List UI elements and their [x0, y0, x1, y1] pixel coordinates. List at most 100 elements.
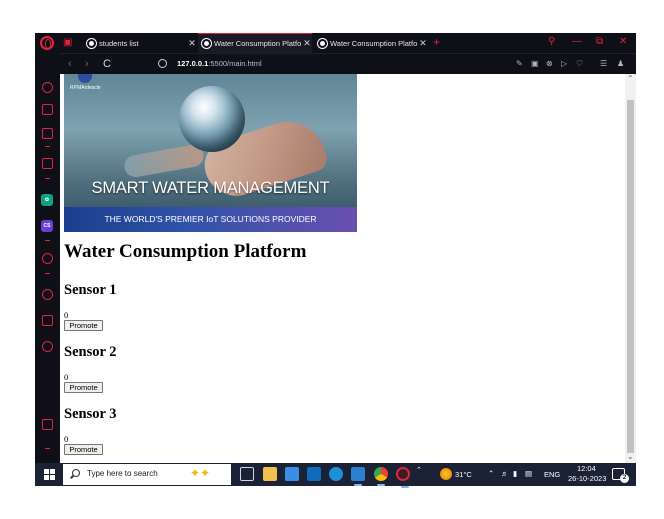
volume-icon[interactable]: ♬ — [501, 469, 509, 478]
vscode-icon[interactable] — [351, 467, 365, 486]
banner-subtitle: THE WORLD'S PREMIER IoT SOLUTIONS PROVID… — [104, 214, 317, 224]
vertical-scrollbar[interactable]: ⌃ ⌄ — [625, 74, 636, 463]
clock-date[interactable]: 26-10-2023 — [568, 474, 606, 483]
close-window-icon[interactable]: ✕ — [619, 36, 627, 48]
scroll-down-arrow-icon[interactable]: ⌄ — [627, 452, 634, 462]
page-content: RPMArdescte SMART WATER MANAGEMENT THE W… — [60, 74, 625, 463]
tab-students-list[interactable]: students list ✕ — [83, 33, 197, 53]
opera-sidebar: ✿ CS — [35, 53, 60, 463]
page-title: Water Consumption Platform — [64, 241, 307, 262]
extensions-cube-icon[interactable] — [42, 315, 53, 326]
send-icon[interactable]: ▷ — [561, 58, 567, 70]
smart-water-banner-image: RPMArdescte SMART WATER MANAGEMENT THE W… — [64, 74, 357, 232]
mail-icon[interactable] — [307, 467, 321, 481]
more-dots-icon[interactable] — [45, 448, 50, 449]
instagram-icon[interactable] — [42, 158, 53, 169]
sensor-2-value: 0 — [64, 372, 69, 382]
task-view-icon[interactable] — [240, 467, 254, 481]
edit-icon[interactable]: ✎ — [516, 58, 523, 70]
chatsonic-icon[interactable]: CS — [41, 220, 53, 232]
restore-icon[interactable]: ⧉ — [596, 36, 603, 48]
sidebar-divider — [45, 146, 50, 147]
taskbar-search-box[interactable]: Type here to search ✦✦ — [63, 464, 231, 485]
close-icon[interactable]: ✕ — [187, 38, 197, 49]
sensor-3-promote-button[interactable]: Promote — [64, 444, 103, 455]
sidebar-divider — [45, 240, 50, 241]
address-bar: ‹ › C 127.0.0.1:5500/main.html ✎ ▣ ⊗ ▷ ♡… — [60, 53, 636, 74]
sensor-1-value: 0 — [64, 310, 69, 320]
sensor-3-value: 0 — [64, 434, 69, 444]
network-icon[interactable]: ▤ — [525, 469, 532, 478]
clock-time[interactable]: 12:04 — [577, 464, 596, 473]
site-info-icon[interactable] — [158, 59, 167, 68]
search-highlight-icon: ✦✦ — [190, 466, 211, 480]
browser-window: ▣ students list ✕ Water Consumption Plat… — [35, 33, 636, 463]
tab-water-consumption-active[interactable]: Water Consumption Platfo ✕ — [198, 33, 312, 53]
tab-favicon-icon — [202, 39, 211, 48]
scrollbar-thumb[interactable] — [627, 100, 634, 453]
search-placeholder: Type here to search — [87, 469, 158, 478]
url-host: 127.0.0.1 — [177, 59, 209, 68]
banner-hand-shape — [122, 143, 206, 179]
tab-favicon-icon — [87, 38, 96, 48]
sidebar-divider — [45, 273, 50, 274]
url-path: :5500/main.html — [208, 59, 262, 68]
windows-taskbar: Type here to search ✦✦ ⌃ 31°C ⌃ ♬ ▮ ▤ EN… — [35, 463, 636, 488]
shopping-bag-icon[interactable] — [42, 104, 53, 115]
settings-gear-icon[interactable] — [42, 341, 53, 352]
show-hidden-icons-icon[interactable]: ⌃ — [488, 469, 494, 478]
search-icon — [72, 469, 80, 477]
opera-taskbar-icon[interactable] — [396, 467, 410, 488]
banner-logo-text: RPMArdescte — [70, 85, 101, 91]
crystal-ball-shape — [179, 86, 245, 152]
speed-dial-icon[interactable] — [42, 82, 53, 93]
company-logo-icon — [78, 74, 92, 83]
close-icon[interactable]: ✕ — [302, 38, 312, 49]
chatgpt-icon[interactable]: ✿ — [41, 194, 53, 206]
opera-menu-icon[interactable] — [40, 36, 54, 50]
tab-label: students list — [99, 38, 139, 48]
notification-count: 2 — [620, 474, 629, 483]
tab-label: Water Consumption Platfo — [330, 38, 418, 48]
chrome-icon[interactable] — [374, 467, 388, 486]
sensor-1-promote-button[interactable]: Promote — [64, 320, 103, 331]
microsoft-store-icon[interactable] — [285, 467, 299, 481]
sensor-1-heading: Sensor 1 — [64, 282, 117, 298]
scroll-up-arrow-icon[interactable]: ⌃ — [627, 74, 634, 84]
back-icon[interactable]: ‹ — [68, 57, 72, 71]
reload-icon[interactable]: C — [103, 57, 111, 71]
twitch-icon[interactable] — [42, 128, 53, 139]
file-explorer-icon[interactable] — [263, 467, 277, 481]
banner-title: SMART WATER MANAGEMENT — [91, 179, 330, 197]
weather-icon[interactable] — [440, 468, 452, 480]
sensor-2-heading: Sensor 2 — [64, 344, 117, 360]
windows-start-icon[interactable] — [44, 469, 55, 480]
taskbar-scroll-icon[interactable]: ⌃ — [416, 466, 422, 474]
language-indicator[interactable]: ENG — [544, 470, 560, 479]
close-icon[interactable]: ✕ — [418, 38, 428, 49]
sidebar-divider — [45, 178, 50, 179]
minimize-icon[interactable]: — — [572, 36, 582, 48]
wallet-icon[interactable] — [42, 419, 53, 430]
tab-favicon-icon — [318, 38, 327, 48]
adblock-icon[interactable]: ⊗ — [546, 58, 553, 70]
sensor-3-heading: Sensor 3 — [64, 406, 117, 422]
heart-icon[interactable]: ♡ — [576, 58, 583, 70]
tab-water-consumption[interactable]: Water Consumption Platfo ✕ — [314, 33, 428, 53]
new-tab-plus-icon[interactable]: + — [433, 35, 440, 49]
sensor-2-promote-button[interactable]: Promote — [64, 382, 103, 393]
profile-icon[interactable]: ♟ — [617, 58, 624, 70]
easy-setup-icon[interactable]: ☰ — [600, 58, 607, 70]
battery-icon[interactable]: ▮ — [513, 469, 517, 478]
url-field[interactable]: 127.0.0.1:5500/main.html — [177, 58, 262, 70]
tab-bar: ▣ students list ✕ Water Consumption Plat… — [35, 33, 636, 53]
forward-icon[interactable]: › — [85, 57, 89, 71]
history-icon[interactable] — [42, 289, 53, 300]
player-icon[interactable] — [42, 253, 53, 264]
edge-browser-icon[interactable] — [329, 467, 343, 481]
temperature: 31°C — [455, 470, 472, 479]
search-tabs-icon[interactable]: ⚲ — [548, 36, 555, 48]
tab-label: Water Consumption Platfo — [214, 39, 302, 48]
snapshot-camera-icon[interactable]: ▣ — [531, 58, 539, 70]
gamepad-icon[interactable]: ▣ — [63, 37, 72, 49]
